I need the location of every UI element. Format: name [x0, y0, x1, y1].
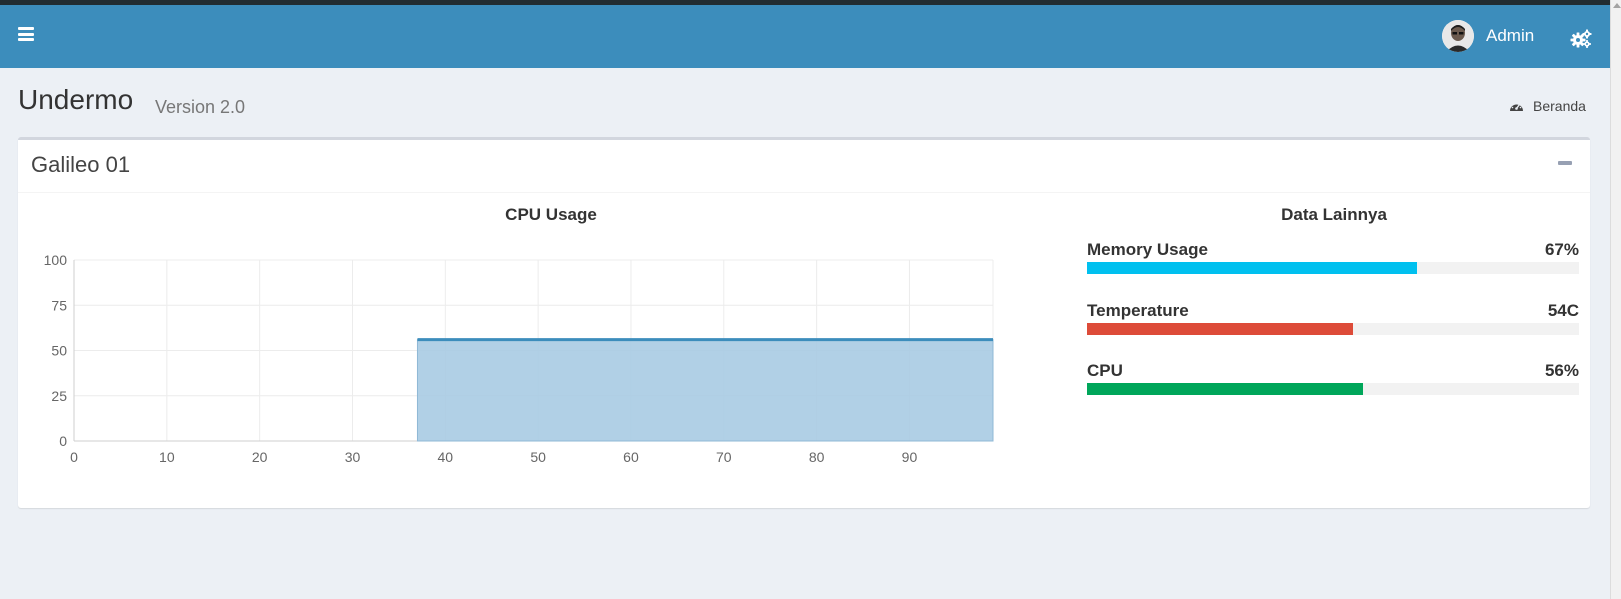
page-scrollbar[interactable]: [1610, 0, 1621, 599]
progress-track: [1087, 383, 1579, 395]
y-tick-label: 50: [51, 343, 67, 359]
cpu-usage-chart: 0 25 50 75 100 0 10 20 30 40 50 60 70 80 90: [44, 252, 994, 465]
y-tick-label: 75: [51, 297, 67, 313]
page-version: Version 2.0: [155, 97, 246, 117]
y-tick-label: 25: [51, 388, 67, 404]
progress-track: [1087, 262, 1579, 274]
y-tick-label: 100: [44, 252, 68, 268]
x-tick-label: 70: [716, 449, 732, 465]
scroll-up-icon[interactable]: [1613, 3, 1621, 8]
progress-value: 67%: [1544, 240, 1579, 259]
top-navbar: Admin: [0, 5, 1610, 68]
user-avatar: [1442, 20, 1474, 52]
y-tick-label: 0: [59, 433, 67, 449]
progress-label: Memory Usage: [1087, 240, 1208, 259]
x-tick-label: 40: [438, 449, 454, 465]
user-name: Admin: [1486, 26, 1535, 45]
x-tick-label: 10: [159, 449, 175, 465]
page-title: Undermo: [18, 84, 134, 115]
cpu-area-fill: [416, 339, 994, 442]
side-panel-title: Data Lainnya: [1281, 205, 1387, 224]
breadcrumb[interactable]: Beranda: [1509, 98, 1586, 114]
progress-label: CPU: [1087, 361, 1123, 380]
x-tick-label: 30: [345, 449, 361, 465]
hamburger-icon[interactable]: [18, 27, 34, 41]
user-menu[interactable]: Admin: [1442, 20, 1534, 52]
x-tick-label: 90: [902, 449, 918, 465]
x-tick-label: 50: [530, 449, 546, 465]
gears-icon[interactable]: [1570, 29, 1592, 49]
progress-fill: [1087, 262, 1417, 274]
x-tick-label: 60: [623, 449, 639, 465]
panel-title: Galileo 01: [31, 152, 131, 177]
progress-label: Temperature: [1087, 301, 1189, 320]
progress-value: 54C: [1547, 301, 1579, 320]
panel-header: Galileo 01: [18, 140, 1590, 193]
device-panel: Galileo 01 CPU Usage 0 25 50 75 100 0 10 20 30 40…: [18, 137, 1590, 508]
progress-track: [1087, 323, 1579, 335]
x-tick-label: 80: [809, 449, 825, 465]
progress-fill: [1087, 383, 1363, 395]
chart-title: CPU Usage: [505, 205, 597, 224]
minus-icon[interactable]: [1558, 161, 1572, 165]
progress-value: 56%: [1544, 361, 1579, 380]
progress-fill: [1087, 323, 1353, 335]
breadcrumb-label: Beranda: [1533, 98, 1586, 114]
x-tick-label: 20: [252, 449, 268, 465]
x-tick-label: 0: [70, 449, 78, 465]
dashboard-icon: [1510, 102, 1523, 111]
